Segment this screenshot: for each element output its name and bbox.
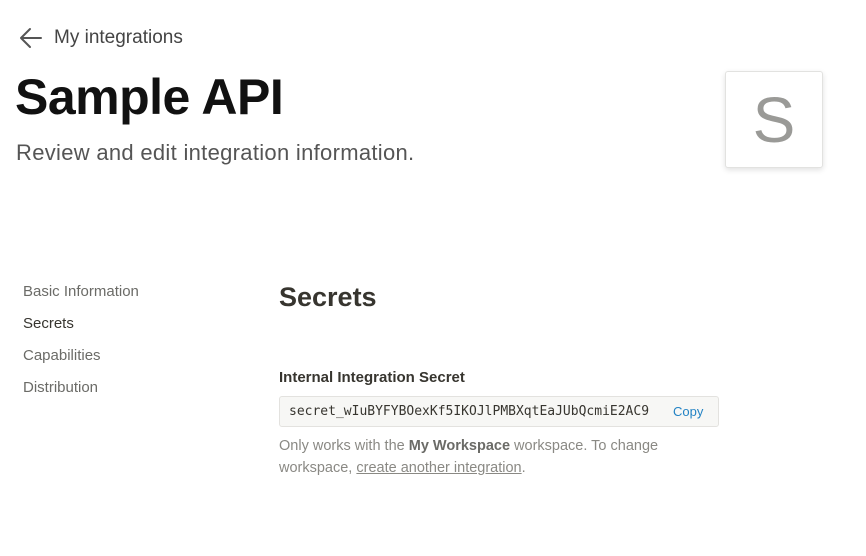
sidebar-item-distribution[interactable]: Distribution [23, 378, 223, 410]
secret-field[interactable]: secret_wIuBYFYBOexKf5IKOJlPMBXqtEaJUbQcm… [279, 396, 719, 427]
secret-help-text: Only works with the My Workspace workspa… [279, 435, 699, 479]
integration-icon-box[interactable]: S [725, 71, 823, 168]
sidebar-item-capabilities[interactable]: Capabilities [23, 346, 223, 378]
page-title: Sample API [15, 69, 284, 125]
back-link-label: My integrations [54, 27, 183, 48]
help-suffix: . [521, 460, 526, 476]
integration-avatar-letter: S [752, 83, 796, 156]
copy-button[interactable]: Copy [673, 404, 703, 419]
arrow-left-icon [18, 26, 44, 50]
sidebar-item-secrets[interactable]: Secrets [23, 314, 223, 346]
sidebar-nav: Basic Information Secrets Capabilities D… [23, 282, 223, 410]
help-workspace-name: My Workspace [408, 438, 511, 454]
help-prefix: Only works with the [279, 438, 409, 454]
page-subtitle: Review and edit integration information. [16, 140, 415, 165]
sidebar-item-basic-information[interactable]: Basic Information [23, 282, 223, 314]
create-integration-link[interactable]: create another integration [356, 460, 521, 476]
back-link[interactable]: My integrations [18, 26, 183, 50]
secret-value[interactable]: secret_wIuBYFYBOexKf5IKOJlPMBXqtEaJUbQcm… [289, 404, 661, 419]
section-title: Secrets [279, 282, 377, 312]
secret-field-label: Internal Integration Secret [279, 369, 465, 386]
